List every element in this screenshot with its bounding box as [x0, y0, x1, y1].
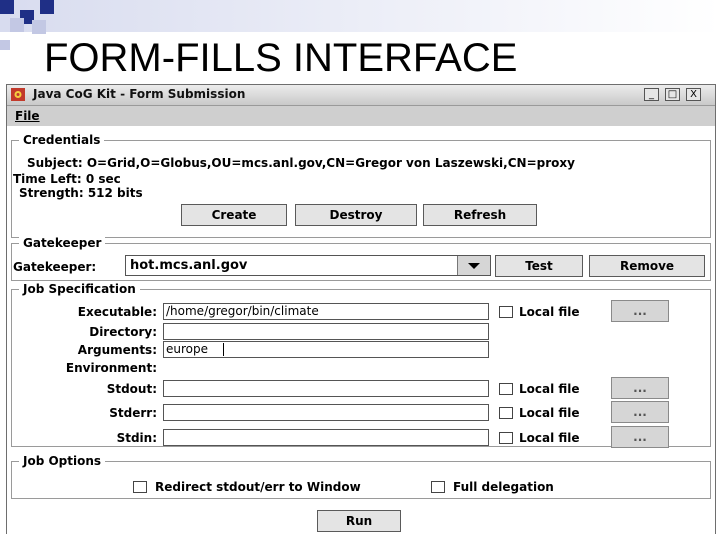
environment-label: Environment: [65, 361, 157, 375]
stdout-local-file-label: Local file [519, 382, 580, 396]
stderr-local-file-checkbox[interactable] [499, 407, 513, 419]
executable-local-file-checkbox[interactable] [499, 306, 513, 318]
gatekeeper-combobox[interactable]: hot.mcs.anl.gov [125, 255, 491, 276]
stdin-label: Stdin: [116, 431, 157, 445]
executable-local-file-label: Local file [519, 305, 580, 319]
window-title: Java CoG Kit - Form Submission [33, 87, 246, 101]
credential-strength: Strength: 512 bits [19, 186, 143, 200]
executable-label: Executable: [77, 305, 157, 319]
stdin-browse-button[interactable]: ... [611, 426, 669, 448]
stderr-browse-button[interactable]: ... [611, 401, 669, 423]
gatekeeper-value: hot.mcs.anl.gov [130, 258, 248, 273]
decor-square [0, 0, 14, 14]
slide-title: FORM-FILLS INTERFACE [44, 36, 518, 80]
job-specification-legend: Job Specification [19, 282, 140, 296]
maximize-button[interactable]: □ [665, 88, 680, 101]
stdout-local-file-checkbox[interactable] [499, 383, 513, 395]
stderr-field[interactable] [163, 404, 489, 421]
stdin-field[interactable] [163, 429, 489, 446]
credentials-legend: Credentials [19, 133, 105, 147]
full-delegation-label: Full delegation [453, 480, 554, 494]
redirect-output-checkbox[interactable] [133, 481, 147, 493]
slide-header-band [0, 0, 720, 32]
stdout-browse-button[interactable]: ... [611, 377, 669, 399]
stdin-local-file-checkbox[interactable] [499, 432, 513, 444]
executable-field[interactable]: /home/gregor/bin/climate [163, 303, 489, 320]
stdout-label: Stdout: [106, 382, 157, 396]
directory-label: Directory: [89, 325, 157, 339]
close-button[interactable]: X [686, 88, 701, 101]
executable-browse-button[interactable]: ... [611, 300, 669, 322]
arguments-field[interactable]: europe [163, 341, 489, 358]
stdin-local-file-label: Local file [519, 431, 580, 445]
minimize-button[interactable]: _ [644, 88, 659, 101]
menubar: File [7, 106, 715, 126]
arguments-label: Arguments: [77, 343, 157, 357]
destroy-button[interactable]: Destroy [295, 204, 417, 226]
gatekeeper-legend: Gatekeeper [19, 236, 106, 250]
run-button[interactable]: Run [317, 510, 401, 532]
credential-subject: Subject: O=Grid,O=Globus,OU=mcs.anl.gov,… [27, 156, 575, 170]
decor-square [40, 0, 54, 14]
menu-file[interactable]: File [15, 109, 40, 123]
credential-time-left: Time Left: 0 sec [13, 172, 121, 186]
form-content: Credentials Subject: O=Grid,O=Globus,OU=… [7, 126, 715, 534]
arguments-value: europe [166, 342, 208, 356]
create-button[interactable]: Create [181, 204, 287, 226]
stderr-label: Stderr: [109, 406, 157, 420]
remove-button[interactable]: Remove [589, 255, 705, 277]
directory-field[interactable] [163, 323, 489, 340]
refresh-button[interactable]: Refresh [423, 204, 537, 226]
stdout-field[interactable] [163, 380, 489, 397]
test-button[interactable]: Test [495, 255, 583, 277]
form-submission-window: Java CoG Kit - Form Submission _ □ X Fil… [6, 84, 716, 534]
stderr-local-file-label: Local file [519, 406, 580, 420]
decor-square [0, 40, 10, 50]
gatekeeper-label: Gatekeeper: [13, 260, 97, 274]
decor-square [10, 18, 24, 32]
job-options-group [11, 461, 711, 499]
java-cog-icon [11, 88, 25, 101]
full-delegation-checkbox[interactable] [431, 481, 445, 493]
text-caret [223, 343, 224, 356]
redirect-output-label: Redirect stdout/err to Window [155, 480, 361, 494]
window-titlebar[interactable]: Java CoG Kit - Form Submission _ □ X [7, 85, 715, 106]
job-options-legend: Job Options [19, 454, 106, 468]
chevron-down-icon[interactable] [457, 256, 490, 275]
